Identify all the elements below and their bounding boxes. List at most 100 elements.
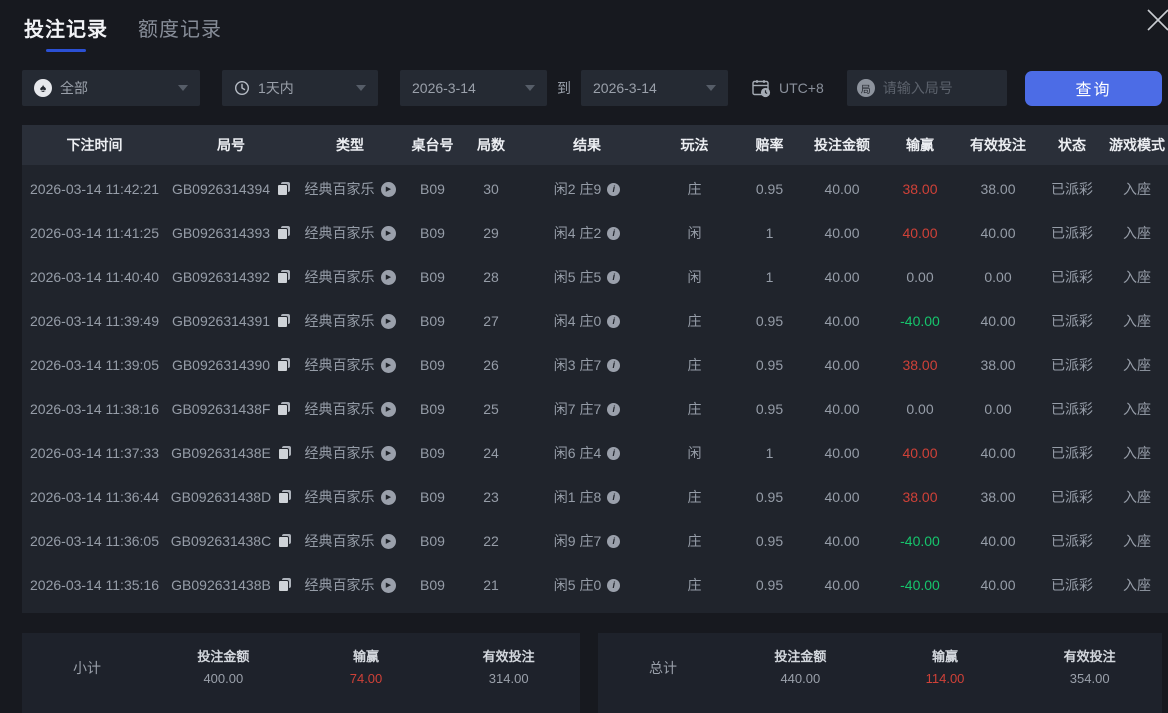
game-mode: 入座 xyxy=(1123,533,1151,549)
play-icon[interactable]: ▶ xyxy=(380,181,396,197)
table-row: 2026-03-14 11:41:25 GB0926314393 经典百家乐 ▶ B09… xyxy=(22,211,1168,255)
total-bet-amount: 投注金额 440.00 xyxy=(774,649,827,686)
tab-quota-records[interactable]: 额度记录 xyxy=(138,13,222,52)
time-range-select[interactable]: 1天内 xyxy=(222,70,378,106)
info-icon[interactable]: i xyxy=(607,358,621,372)
copy-icon[interactable] xyxy=(277,578,291,592)
query-button[interactable]: 查询 xyxy=(1025,70,1162,106)
copy-icon[interactable] xyxy=(277,358,291,372)
bet-time: 2026-03-14 11:36:05 xyxy=(30,533,159,549)
date-from-select[interactable]: 2026-3-14 xyxy=(400,70,547,106)
info-icon[interactable]: i xyxy=(607,226,621,240)
date-from-value: 2026-3-14 xyxy=(412,80,476,96)
play-icon[interactable]: ▶ xyxy=(380,401,396,417)
odds: 1 xyxy=(765,445,774,461)
win-loss: 38.00 xyxy=(902,489,938,505)
chevron-down-icon xyxy=(706,85,716,91)
round-number-input[interactable] xyxy=(882,80,993,96)
copy-icon[interactable] xyxy=(277,446,291,460)
table-row: 2026-03-14 11:36:44 GB092631438D 经典百家乐 ▶ B09… xyxy=(22,475,1168,519)
play-type: 庄 xyxy=(687,577,702,593)
table-number: B09 xyxy=(420,225,445,241)
column-header: 投注金额 xyxy=(814,137,870,153)
copy-icon[interactable] xyxy=(277,270,291,284)
play-type: 庄 xyxy=(687,313,702,329)
table-number: B09 xyxy=(420,533,445,549)
play-icon[interactable]: ▶ xyxy=(380,269,396,285)
bet-time: 2026-03-14 11:42:21 xyxy=(30,181,159,197)
chevron-down-icon xyxy=(525,85,535,91)
win-loss: 0.00 xyxy=(906,401,934,417)
table-row: 2026-03-14 11:36:05 GB092631438C 经典百家乐 ▶ B09… xyxy=(22,519,1168,563)
time-range-value: 1天内 xyxy=(258,80,294,96)
info-icon[interactable]: i xyxy=(607,534,621,548)
info-icon[interactable]: i xyxy=(607,182,621,196)
play-icon[interactable]: ▶ xyxy=(380,357,396,373)
copy-icon[interactable] xyxy=(277,402,291,416)
valid-bet: 40.00 xyxy=(980,313,1016,329)
copy-icon[interactable] xyxy=(278,490,292,504)
tab-bet-records[interactable]: 投注记录 xyxy=(24,13,108,52)
info-icon[interactable]: i xyxy=(607,578,621,592)
play-icon[interactable]: ▶ xyxy=(380,533,396,549)
play-type: 闲 xyxy=(687,445,702,461)
info-icon[interactable]: i xyxy=(607,314,621,328)
info-icon[interactable]: i xyxy=(607,446,621,460)
table-row: 2026-03-14 11:42:21 GB0926314394 经典百家乐 ▶ B09… xyxy=(22,167,1168,211)
info-icon[interactable]: i xyxy=(607,490,621,504)
game-type: 经典百家乐 ▶ xyxy=(295,223,405,243)
column-header: 玩法 xyxy=(680,137,709,153)
round-number: GB092631438B xyxy=(167,577,295,593)
play-type: 庄 xyxy=(687,181,702,197)
table-number: B09 xyxy=(420,181,445,197)
game-type: 经典百家乐 ▶ xyxy=(295,311,405,331)
round-number: GB0926314393 xyxy=(167,225,295,241)
timezone-indicator: UTC+8 xyxy=(751,78,824,98)
column-header: 赔率 xyxy=(755,137,784,153)
game-mode: 入座 xyxy=(1123,445,1151,461)
table-row: 2026-03-14 11:40:40 GB0926314392 经典百家乐 ▶ B09… xyxy=(22,255,1168,299)
column-header: 游戏模式 xyxy=(1109,137,1165,153)
round-count: 21 xyxy=(483,577,499,593)
play-icon[interactable]: ▶ xyxy=(380,225,396,241)
round-number: GB0926314391 xyxy=(167,313,295,329)
to-label: 到 xyxy=(557,80,571,96)
status: 已派彩 xyxy=(1051,401,1093,417)
close-icon[interactable] xyxy=(1140,2,1168,38)
spade-icon: ♠ xyxy=(34,79,52,97)
tab-bar: 投注记录 额度记录 xyxy=(24,13,222,52)
game-type: 经典百家乐 ▶ xyxy=(295,355,405,375)
game-mode: 入座 xyxy=(1123,489,1151,505)
round-count: 28 xyxy=(483,269,499,285)
column-header: 结果 xyxy=(573,137,601,153)
game-type-select[interactable]: ♠ 全部 xyxy=(22,70,200,106)
play-type: 庄 xyxy=(687,401,702,417)
column-header: 输赢 xyxy=(906,137,934,153)
bet-amount: 40.00 xyxy=(824,313,860,329)
date-to-select[interactable]: 2026-3-14 xyxy=(581,70,728,106)
play-icon[interactable]: ▶ xyxy=(380,313,396,329)
column-header: 局号 xyxy=(217,137,245,153)
subtotal-win-loss: 输赢 74.00 xyxy=(349,649,383,686)
table-number: B09 xyxy=(420,357,445,373)
game-mode: 入座 xyxy=(1123,181,1151,197)
info-icon[interactable]: i xyxy=(607,270,621,284)
round-count: 30 xyxy=(483,181,499,197)
table-number: B09 xyxy=(420,577,445,593)
copy-icon[interactable] xyxy=(277,314,291,328)
info-icon[interactable]: i xyxy=(607,402,621,416)
play-type: 庄 xyxy=(687,533,702,549)
bet-time: 2026-03-14 11:36:44 xyxy=(30,489,159,505)
play-icon[interactable]: ▶ xyxy=(380,489,396,505)
game-type-value: 全部 xyxy=(60,80,88,96)
column-header: 状态 xyxy=(1058,137,1086,153)
play-icon[interactable]: ▶ xyxy=(380,445,396,461)
result: 闲6 庄4 i xyxy=(522,443,652,463)
play-icon[interactable]: ▶ xyxy=(380,577,396,593)
bet-time: 2026-03-14 11:41:25 xyxy=(30,225,159,241)
copy-icon[interactable] xyxy=(277,182,291,196)
copy-icon[interactable] xyxy=(277,226,291,240)
bet-time: 2026-03-14 11:35:16 xyxy=(30,577,159,593)
game-mode: 入座 xyxy=(1123,357,1151,373)
copy-icon[interactable] xyxy=(278,534,292,548)
